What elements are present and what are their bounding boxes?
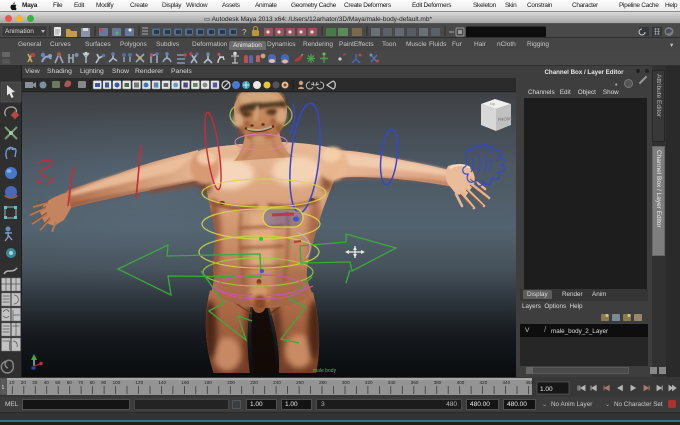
svg-text:60: 60 — [67, 380, 73, 385]
svg-text:380: 380 — [434, 380, 442, 385]
svg-text:140: 140 — [158, 380, 166, 385]
svg-text:1.00: 1.00 — [540, 386, 553, 393]
svg-text:160: 160 — [181, 380, 189, 385]
svg-text:10: 10 — [9, 380, 15, 385]
svg-text:FRONT: FRONT — [498, 116, 513, 122]
svg-text:?: ? — [242, 28, 247, 37]
svg-text:20: 20 — [21, 380, 27, 385]
svg-text:100: 100 — [113, 380, 121, 385]
svg-text:70: 70 — [78, 380, 84, 385]
svg-text:50: 50 — [55, 380, 61, 385]
svg-text:320: 320 — [365, 380, 373, 385]
svg-text:440: 440 — [503, 380, 511, 385]
svg-text:340: 340 — [388, 380, 396, 385]
svg-text:260: 260 — [296, 380, 304, 385]
svg-text:1: 1 — [2, 385, 5, 391]
svg-text:male body: male body — [313, 368, 337, 374]
svg-text:300: 300 — [342, 380, 350, 385]
svg-text:40: 40 — [44, 380, 50, 385]
svg-text:90: 90 — [101, 380, 107, 385]
svg-text:top: top — [490, 102, 495, 106]
svg-text:420: 420 — [480, 380, 488, 385]
svg-text:460: 460 — [526, 380, 534, 385]
svg-text:400: 400 — [457, 380, 465, 385]
svg-text:240: 240 — [273, 380, 281, 385]
svg-text:80: 80 — [90, 380, 96, 385]
svg-text:120: 120 — [136, 380, 144, 385]
svg-text:30: 30 — [32, 380, 38, 385]
svg-text:180: 180 — [204, 380, 212, 385]
svg-text:Animation: Animation — [5, 28, 34, 35]
svg-text:360: 360 — [411, 380, 419, 385]
svg-text:280: 280 — [319, 380, 327, 385]
svg-text:220: 220 — [250, 380, 258, 385]
svg-text:200: 200 — [227, 380, 235, 385]
